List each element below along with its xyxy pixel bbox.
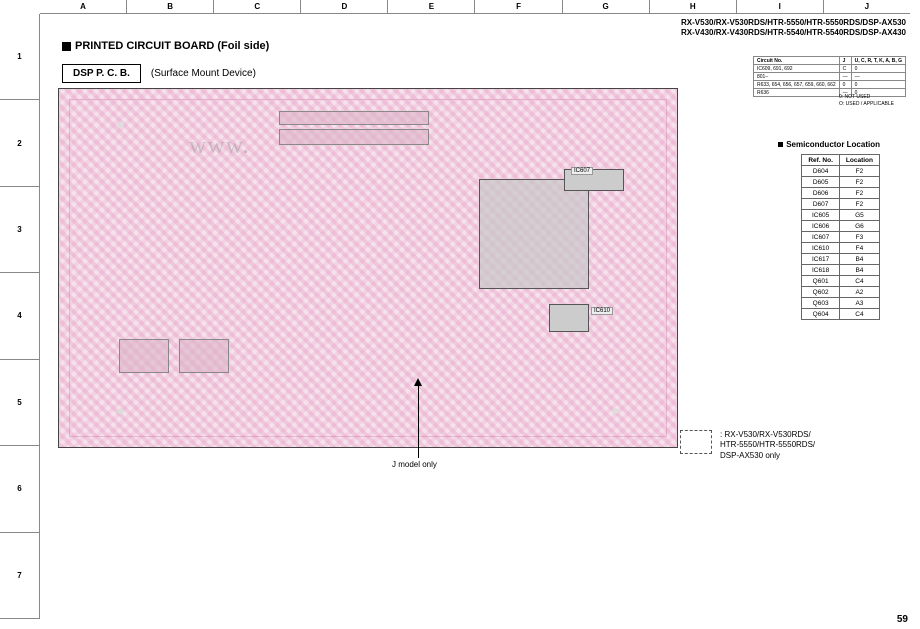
- semiconductor-heading: Semiconductor Location: [778, 140, 880, 149]
- circuit-table-notes: 0: NOT USED O: USED / APPLICABLE: [839, 94, 894, 107]
- cell: —: [839, 73, 851, 81]
- chip-label-ic607: IC607: [571, 167, 593, 175]
- col-B: B: [127, 0, 214, 13]
- board-name-box: DSP P. C. B.: [62, 64, 141, 83]
- callout-arrow-head-icon: [414, 378, 422, 386]
- row-1: 1: [0, 14, 39, 100]
- cell: 0: [851, 81, 905, 89]
- legend-line-3: DSP-AX530 only: [720, 451, 780, 460]
- component-block: [119, 339, 169, 373]
- cell: D604: [802, 166, 840, 177]
- cell: C4: [839, 309, 879, 320]
- cell: B4: [839, 265, 879, 276]
- col-C: C: [214, 0, 301, 13]
- dashed-legend-box: [680, 430, 712, 454]
- col-J: J: [824, 0, 910, 13]
- model-header: RX-V530/RX-V530RDS/HTR-5550/HTR-5550RDS/…: [681, 18, 906, 39]
- semi-header-ref: Ref. No.: [802, 155, 840, 166]
- component-bank: [279, 129, 429, 145]
- cell: C: [839, 65, 851, 73]
- cell: IC606: [802, 221, 840, 232]
- component-block: [179, 339, 229, 373]
- semiconductor-location-table: Ref. No. Location D604F2 D605F2 D606F2 D…: [801, 154, 880, 320]
- row-4: 4: [0, 273, 39, 359]
- circuit-header-j: J: [839, 57, 851, 65]
- cell: IC609, 691, 692: [753, 65, 839, 73]
- cell: R633, 654, 656, 657, 659, 660, 662: [753, 81, 839, 89]
- cell: F4: [839, 243, 879, 254]
- cell: 801–: [753, 73, 839, 81]
- main-ic-outline: [479, 179, 589, 289]
- cell: IC607: [802, 232, 840, 243]
- cell: A3: [839, 298, 879, 309]
- col-G: G: [563, 0, 650, 13]
- board-subtitle: (Surface Mount Device): [151, 68, 256, 79]
- circuit-header-no: Circuit No.: [753, 57, 839, 65]
- cell: G6: [839, 221, 879, 232]
- section-title: PRINTED CIRCUIT BOARD (Foil side): [62, 40, 269, 52]
- note-used: O: USED / APPLICABLE: [839, 101, 894, 108]
- section-title-text: PRINTED CIRCUIT BOARD (Foil side): [75, 40, 269, 52]
- col-F: F: [475, 0, 562, 13]
- cell: IC617: [802, 254, 840, 265]
- cell: D606: [802, 188, 840, 199]
- cell: Q604: [802, 309, 840, 320]
- board-label-row: DSP P. C. B. (Surface Mount Device): [62, 64, 256, 83]
- callout-arrow-line: [418, 380, 419, 458]
- j-model-note: J model only: [392, 460, 437, 469]
- cell: F3: [839, 232, 879, 243]
- component-bank: [279, 111, 429, 125]
- cell: —: [851, 73, 905, 81]
- cell: F2: [839, 188, 879, 199]
- cell: G5: [839, 210, 879, 221]
- row-2: 2: [0, 100, 39, 186]
- model-line-2: RX-V430/RX-V430RDS/HTR-5540/HTR-5540RDS/…: [681, 28, 906, 38]
- row-ruler: 1 2 3 4 5 6 7: [0, 14, 40, 619]
- row-3: 3: [0, 187, 39, 273]
- circuit-usage-table: Circuit No. J U, C, R, T, K, A, B, G IC6…: [753, 56, 906, 97]
- cell: F2: [839, 199, 879, 210]
- circuit-header-other: U, C, R, T, K, A, B, G: [851, 57, 905, 65]
- row-5: 5: [0, 360, 39, 446]
- cell: R636: [753, 89, 839, 97]
- legend-line-2: HTR-5550/HTR-5550RDS/: [720, 440, 815, 449]
- square-bullet-icon: [62, 42, 71, 51]
- ic-outline: [549, 304, 589, 332]
- cell: C4: [839, 276, 879, 287]
- chip-label-ic610: IC610: [591, 307, 613, 315]
- cell: IC610: [802, 243, 840, 254]
- cell: Q603: [802, 298, 840, 309]
- col-A: A: [40, 0, 127, 13]
- cell: F2: [839, 177, 879, 188]
- column-ruler: A B C D E F G H I J: [40, 0, 910, 14]
- cell: A2: [839, 287, 879, 298]
- bullet-icon: [778, 142, 783, 147]
- col-D: D: [301, 0, 388, 13]
- col-I: I: [737, 0, 824, 13]
- watermark-text: www.: [189, 133, 249, 160]
- cell: 0: [839, 81, 851, 89]
- cell: Q602: [802, 287, 840, 298]
- cell: Q601: [802, 276, 840, 287]
- semi-header-loc: Location: [839, 155, 879, 166]
- pcb-foil-diagram: www. IC607 IC610: [58, 88, 678, 448]
- cell: B4: [839, 254, 879, 265]
- dashed-legend-text: : RX-V530/RX-V530RDS/ HTR-5550/HTR-5550R…: [720, 430, 815, 461]
- col-H: H: [650, 0, 737, 13]
- cell: D607: [802, 199, 840, 210]
- model-line-1: RX-V530/RX-V530RDS/HTR-5550/HTR-5550RDS/…: [681, 18, 906, 28]
- row-6: 6: [0, 446, 39, 532]
- row-7: 7: [0, 533, 39, 619]
- cell: F2: [839, 166, 879, 177]
- semiconductor-heading-text: Semiconductor Location: [786, 140, 880, 149]
- col-E: E: [388, 0, 475, 13]
- cell: 0: [851, 65, 905, 73]
- cell: IC618: [802, 265, 840, 276]
- cell: IC605: [802, 210, 840, 221]
- cell: D605: [802, 177, 840, 188]
- legend-line-1: RX-V530/RX-V530RDS/: [724, 430, 810, 439]
- page-number: 59: [897, 614, 908, 625]
